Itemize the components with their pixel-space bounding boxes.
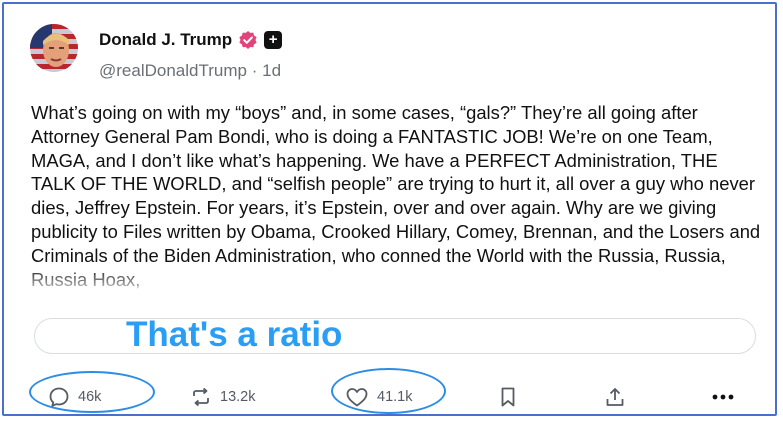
plus-badge-icon: + [264, 31, 283, 49]
author-display-name[interactable]: Donald J. Trump [99, 30, 232, 50]
post-card: Donald J. Trump + @realDonaldTrump · 1d … [2, 2, 777, 416]
share-upload-icon [604, 386, 626, 408]
meta-separator: · [251, 61, 258, 80]
repost-arrows-icon [190, 386, 212, 408]
share-button[interactable] [604, 386, 626, 408]
author-meta: @realDonaldTrump · 1d [99, 61, 281, 81]
like-count-circle-annotation [331, 368, 446, 414]
repost-count: 13.2k [220, 389, 256, 405]
reply-count-circle-annotation [29, 371, 155, 413]
ratio-annotation: That's a ratio [126, 315, 343, 354]
post-body-text: What’s going on with my “boys” and, in s… [31, 102, 761, 290]
avatar[interactable] [30, 24, 78, 72]
bookmark-button[interactable] [499, 386, 517, 408]
bookmark-icon [499, 386, 517, 408]
post-age[interactable]: 1d [262, 61, 281, 80]
author-handle[interactable]: @realDonaldTrump [99, 61, 247, 80]
more-options-button[interactable] [710, 386, 736, 408]
verified-badge-icon [238, 30, 258, 50]
more-dots-icon [710, 386, 736, 408]
repost-button[interactable]: 13.2k [190, 386, 255, 408]
